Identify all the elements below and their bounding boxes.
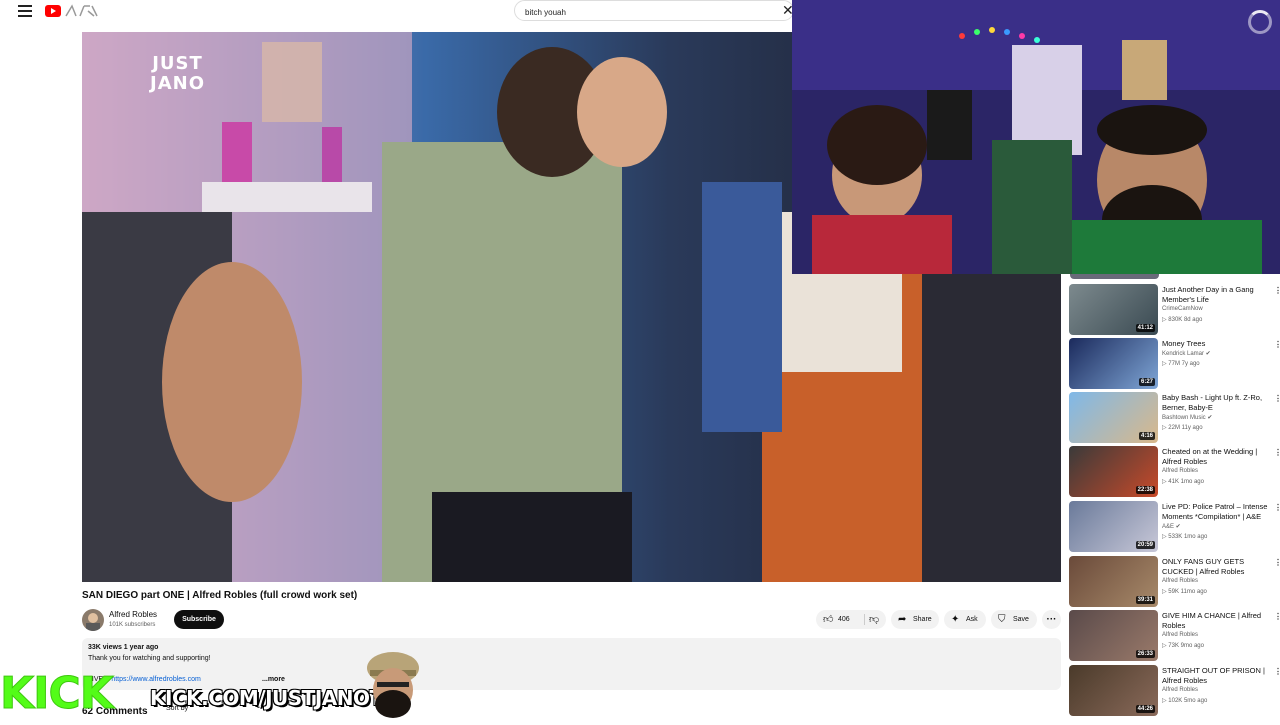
video-thumbnail[interactable]: 22:38 [1069, 446, 1158, 497]
recommendation-item[interactable]: 6:27 Money Trees Kendrick Lamar ✔ ▷ 77M 7y … [1068, 338, 1280, 390]
recommendation-title[interactable]: Live PD: Police Patrol – Intense Moments… [1162, 502, 1272, 522]
website-link[interactable]: https://www.alfredrobles.com [111, 676, 200, 683]
recommendation-channel[interactable]: Alfred Robles [1162, 468, 1198, 474]
video-thumbnail[interactable]: 39:31 [1069, 556, 1158, 607]
more-options-icon[interactable]: ⋮ [1274, 503, 1280, 512]
recommendation-views-date: ▷ 59K 11mo ago [1162, 589, 1207, 595]
recommendations-list: 41:12 Just Another Day in a Gang Member's… [1068, 274, 1280, 720]
recommendation-views-date: ▷ 73K 9mo ago [1162, 643, 1204, 649]
save-label: Save [1013, 616, 1029, 623]
youtube-wordmark-logo[interactable] [64, 4, 98, 18]
recommendation-title[interactable]: Money Trees [1162, 339, 1272, 349]
bookmark-icon: ⛉ [998, 614, 1006, 625]
recommendation-item[interactable]: 4:16 Baby Bash - Light Up ft. Z-Ro, Berne… [1068, 392, 1280, 444]
video-thumbnail[interactable]: 20:59 [1069, 501, 1158, 552]
more-options-icon[interactable]: ⋮ [1274, 448, 1280, 457]
save-button[interactable]: ⛉ Save [991, 610, 1037, 629]
more-options-icon[interactable]: ⋮ [1274, 667, 1280, 676]
ask-button[interactable]: ✦ Ask [944, 610, 986, 629]
recommendation-channel[interactable]: A&E ✔ [1162, 523, 1181, 530]
recommendation-item[interactable]: 39:31 ONLY FANS GUY GETS CUCKED | Alfred … [1068, 556, 1280, 608]
webcam-neon-sign: JUST JANO [150, 53, 205, 94]
recommendation-title[interactable]: Baby Bash - Light Up ft. Z-Ro, Berner, B… [1162, 393, 1272, 413]
subscriber-count: 101K subscribers [109, 622, 156, 628]
recommendation-title[interactable]: STRAIGHT OUT OF PRISON | Alfred Robles [1162, 666, 1272, 686]
like-count[interactable]: 406 [838, 610, 850, 629]
more-options-icon[interactable]: ⋮ [1274, 558, 1280, 567]
recommendation-channel[interactable]: Alfred Robles [1162, 632, 1198, 638]
webcam-overlay [792, 0, 1280, 274]
show-more-link[interactable]: ...more [262, 676, 285, 683]
recommendation-item[interactable]: 22:38 Cheated on at the Wedding | Alfred … [1068, 446, 1280, 498]
recommendation-views-date: ▷ 41K 1mo ago [1162, 479, 1204, 485]
recommendation-title[interactable]: Cheated on at the Wedding | Alfred Roble… [1162, 447, 1272, 467]
video-duration: 44:26 [1135, 705, 1155, 713]
video-duration: 20:59 [1135, 541, 1155, 549]
loading-spinner-icon [1248, 10, 1272, 34]
video-thumbnail[interactable]: 26:33 [1069, 610, 1158, 661]
more-options-icon[interactable]: ⋮ [1274, 612, 1280, 621]
recommendation-channel[interactable]: CrimeCamNow [1162, 306, 1203, 312]
channel-name[interactable]: Alfred Robles [109, 610, 157, 619]
more-options-icon[interactable]: ⋮ [1274, 340, 1280, 349]
recommendation-views-date: ▷ 533K 1mo ago [1162, 534, 1208, 540]
recommendation-item[interactable]: 20:59 Live PD: Police Patrol – Intense Mo… [1068, 501, 1280, 553]
hamburger-menu-icon[interactable] [18, 5, 32, 17]
recommendation-views-date: ▷ 830K 8d ago [1162, 317, 1203, 323]
recommendation-title[interactable]: ONLY FANS GUY GETS CUCKED | Alfred Roble… [1162, 557, 1272, 577]
video-thumbnail[interactable]: 41:12 [1069, 284, 1158, 335]
like-dislike-group: 👍︎ 406 👎︎ [816, 610, 886, 629]
description-box[interactable] [82, 638, 1061, 690]
recommendation-item[interactable]: 41:12 Just Another Day in a Gang Member's… [1068, 284, 1280, 336]
channel-avatar[interactable] [82, 609, 104, 631]
recommendation-title[interactable]: Just Another Day in a Gang Member's Life [1162, 285, 1272, 305]
recommendation-views-date: ▷ 77M 7y ago [1162, 361, 1200, 367]
video-duration: 22:38 [1135, 486, 1155, 494]
view-count-date: 33K views 1 year ago [88, 644, 159, 651]
subscribe-button[interactable]: Subscribe [174, 610, 224, 629]
streamer-avatar [362, 648, 424, 720]
thumbs-down-icon[interactable]: 👎︎ [869, 610, 879, 629]
search-input[interactable] [523, 4, 767, 20]
recommendation-channel[interactable]: Alfred Robles [1162, 578, 1198, 584]
recommendation-channel[interactable]: Bashtown Music ✔ [1162, 414, 1212, 421]
video-thumbnail[interactable]: 4:16 [1069, 392, 1158, 443]
recommendation-channel[interactable]: Alfred Robles [1162, 687, 1198, 693]
share-icon: ➦ [898, 614, 907, 625]
ask-label: Ask [966, 616, 978, 623]
search-box[interactable] [514, 0, 794, 21]
recommendation-views-date: ▷ 102K 5mo ago [1162, 698, 1208, 704]
video-duration: 6:27 [1138, 378, 1155, 386]
kick-logo: KICK [0, 668, 114, 719]
kick-channel-url: KICK.COM/JUSTJANOTV [150, 686, 398, 710]
divider [864, 614, 865, 625]
video-thumbnail[interactable]: 6:27 [1069, 338, 1158, 389]
more-options-icon[interactable]: ⋮ [1274, 286, 1280, 295]
share-button[interactable]: ➦ Share [891, 610, 939, 629]
description-text: Thank you for watching and supporting! [88, 655, 211, 662]
recommendation-item[interactable]: 44:26 STRAIGHT OUT OF PRISON | Alfred Rob… [1068, 665, 1280, 717]
video-duration: 39:31 [1135, 596, 1155, 604]
recommendation-title[interactable]: GIVE HIM A CHANCE | Alfred Robles [1162, 611, 1272, 631]
video-title: SAN DIEGO part ONE | Alfred Robles (full… [82, 590, 358, 601]
recommendation-item[interactable]: 26:33 GIVE HIM A CHANCE | Alfred Robles Al… [1068, 610, 1280, 662]
more-options-icon[interactable]: ⋮ [1274, 394, 1280, 403]
more-actions-icon[interactable]: ··· [1042, 610, 1061, 629]
sparkle-icon: ✦ [951, 614, 960, 625]
youtube-logo-icon[interactable] [45, 5, 61, 17]
webcam-frame [792, 0, 1280, 274]
video-duration: 41:12 [1135, 324, 1155, 332]
video-thumbnail[interactable]: 44:26 [1069, 665, 1158, 716]
thumbs-up-icon[interactable]: 👍︎ [823, 610, 833, 629]
video-duration: 26:33 [1135, 650, 1155, 658]
recommendation-channel[interactable]: Kendrick Lamar ✔ [1162, 350, 1211, 357]
share-label: Share [913, 616, 932, 623]
video-duration: 4:16 [1138, 432, 1155, 440]
recommendation-views-date: ▷ 22M 11y ago [1162, 425, 1203, 431]
